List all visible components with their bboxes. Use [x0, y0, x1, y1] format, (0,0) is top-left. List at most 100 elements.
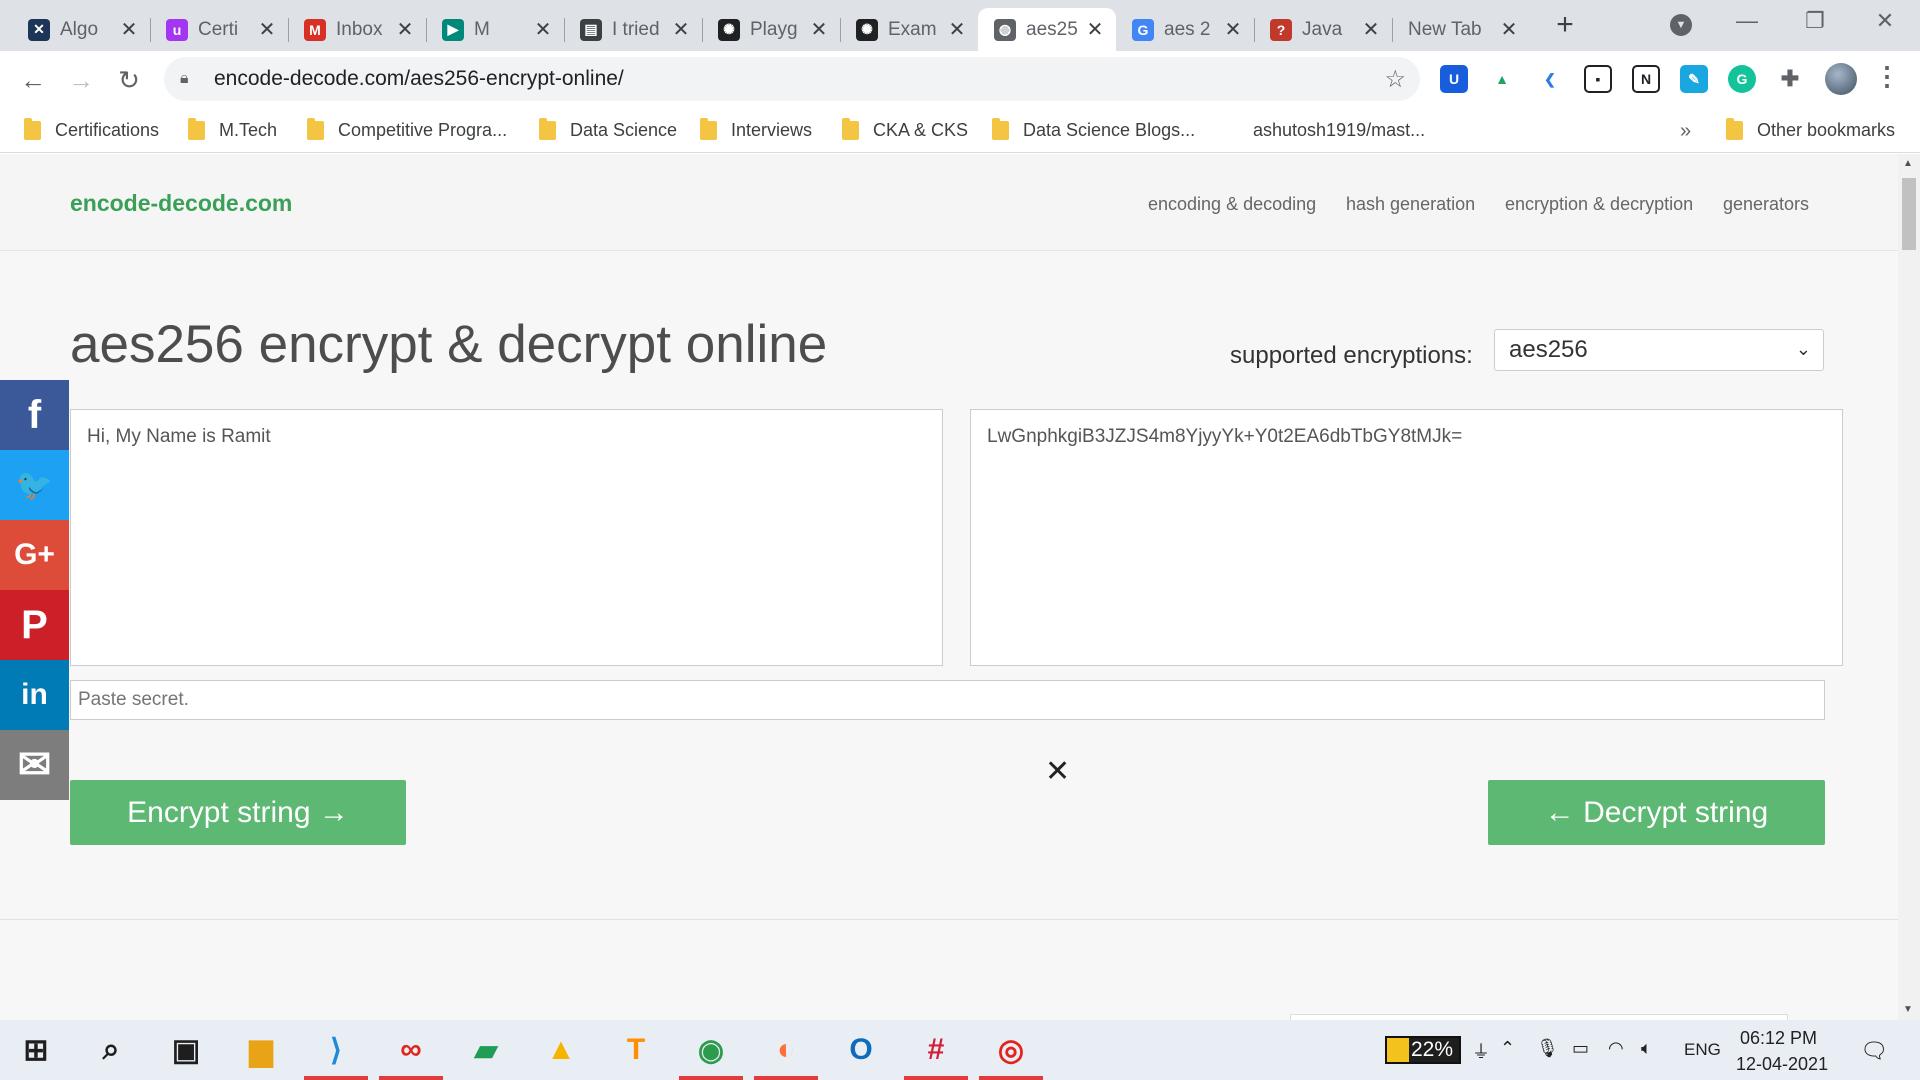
plaintext-input[interactable]: Hi, My Name is Ramit [70, 409, 943, 666]
browser-tab[interactable]: Gaes 2 ✕ [1116, 8, 1254, 51]
close-tab-icon[interactable]: ✕ [1222, 17, 1244, 42]
windows-start-icon[interactable]: ⊞ [16, 1030, 56, 1070]
twitter-icon[interactable]: 🐦 [0, 450, 69, 520]
close-window-icon[interactable]: ✕ [1860, 6, 1910, 36]
power-plug-icon[interactable]: ⏚ [1472, 1038, 1490, 1064]
close-tab-icon[interactable]: ✕ [532, 17, 554, 42]
bookmark-folder[interactable]: Certifications [24, 115, 159, 145]
scrollbar-thumb[interactable] [1902, 178, 1916, 250]
firefox-icon[interactable]: ◐ [766, 1030, 806, 1070]
site-logo[interactable]: encode-decode.com [70, 190, 292, 217]
close-tab-icon[interactable]: ✕ [946, 17, 968, 42]
notion-icon[interactable]: N [1632, 65, 1660, 93]
browser-tab[interactable]: ▶ M ✕ [426, 8, 564, 51]
page-scrollbar[interactable]: ▲ ▼ [1898, 154, 1920, 1020]
ciphertext-output[interactable]: LwGnphkgiB3JZJS4m8YjyyYk+Y0t2EA6dbTbGY8t… [970, 409, 1843, 666]
chrome-icon[interactable]: ◉ [691, 1030, 731, 1070]
recorder-icon[interactable]: ◎ [991, 1030, 1031, 1070]
extensions-puzzle-icon[interactable]: ✚ [1776, 65, 1804, 93]
bookmark-folder[interactable]: Competitive Progra... [307, 115, 507, 145]
nav-generators[interactable]: generators [1723, 194, 1809, 215]
battery-indicator[interactable]: 22% [1385, 1036, 1461, 1064]
other-bookmarks-folder[interactable]: Other bookmarks [1726, 115, 1895, 145]
nav-hash-generation[interactable]: hash generation [1346, 194, 1475, 215]
annotate-pen-icon[interactable]: ✎ [1680, 65, 1708, 93]
bookmark-folder[interactable]: M.Tech [188, 115, 277, 145]
chrome-menu-icon[interactable]: ⋮ [1874, 61, 1900, 92]
browser-tab[interactable]: M Inbox ✕ [288, 8, 426, 51]
scroll-up-icon[interactable]: ▲ [1903, 158, 1913, 169]
nav-encoding-decoding[interactable]: encoding & decoding [1148, 194, 1316, 215]
secret-input[interactable] [70, 680, 1825, 720]
browser-tab[interactable]: ? Java ✕ [1254, 8, 1392, 51]
close-tab-icon[interactable]: ✕ [256, 17, 278, 42]
bookmark-folder[interactable]: Data Science [539, 115, 677, 145]
close-tab-icon[interactable]: ✕ [1084, 17, 1106, 42]
file-explorer-icon[interactable]: ▆ [241, 1030, 281, 1070]
tensorflow-icon[interactable]: T [616, 1030, 656, 1070]
volume-icon[interactable]: 🔈︎ [1641, 1038, 1652, 1059]
vscode-icon[interactable]: ⟩ [316, 1030, 356, 1070]
decrypt-button[interactable]: ← Decrypt string [1488, 780, 1825, 845]
browser-tab[interactable]: u Certi ✕ [150, 8, 288, 51]
clock-date[interactable]: 12-04-2021 [1736, 1054, 1828, 1075]
close-tab-icon[interactable]: ✕ [670, 17, 692, 42]
bookmark-folder[interactable]: Interviews [700, 115, 812, 145]
bitwarden-icon[interactable]: U [1440, 65, 1468, 93]
slack-icon[interactable]: # [916, 1030, 956, 1070]
pinterest-icon[interactable]: P [0, 590, 69, 660]
acrobat-icon[interactable]: ∞ [391, 1030, 431, 1070]
close-tab-icon[interactable]: ✕ [118, 17, 140, 42]
reload-icon[interactable]: ↻ [112, 63, 146, 97]
browser-tab[interactable]: ✺ Playg ✕ [702, 8, 840, 51]
forward-arrow-icon[interactable]: → [64, 63, 98, 97]
google-chat-icon[interactable]: ▰ [466, 1030, 506, 1070]
back-arrow-icon[interactable]: ← [16, 63, 50, 97]
browser-tab[interactable]: ◍ aes25 ✕ [978, 8, 1116, 51]
nav-encryption-decryption[interactable]: encryption & decryption [1505, 194, 1693, 215]
outlook-icon[interactable]: O [841, 1030, 881, 1070]
grammarly-icon[interactable]: G [1728, 65, 1756, 93]
close-tab-icon[interactable]: ✕ [808, 17, 830, 42]
scroll-down-icon[interactable]: ▼ [1903, 1004, 1913, 1015]
bookmark-folder[interactable]: Data Science Blogs... [992, 115, 1195, 145]
language-indicator[interactable]: ENG [1684, 1040, 1721, 1060]
profile-avatar[interactable] [1825, 63, 1857, 95]
new-tab-button[interactable]: + [1550, 10, 1580, 40]
google-drive-extension-icon[interactable]: ▲ [1488, 65, 1516, 93]
microphone-icon[interactable]: 🎙︎ [1536, 1038, 1559, 1059]
bookmarks-overflow-icon[interactable]: » [1680, 120, 1691, 143]
task-view-icon[interactable]: ▣ [166, 1030, 206, 1070]
encryption-select[interactable]: aes256 ⌄ [1494, 329, 1824, 371]
bookmark-folder[interactable]: CKA & CKS [842, 115, 968, 145]
email-icon[interactable]: ✉ [0, 730, 69, 800]
close-tab-icon[interactable]: ✕ [394, 17, 416, 42]
google-plus-icon[interactable]: G+ [0, 520, 69, 590]
clock-time[interactable]: 06:12 PM [1740, 1028, 1817, 1049]
minimize-window-icon[interactable]: — [1722, 6, 1772, 36]
google-drive-icon[interactable]: ▲ [541, 1030, 581, 1070]
wifi-icon[interactable]: ◠ [1608, 1038, 1624, 1059]
url-text[interactable]: encode-decode.com/aes256-encrypt-online/ [214, 67, 624, 91]
facebook-icon[interactable]: f [0, 380, 69, 450]
linkedin-icon[interactable]: in [0, 660, 69, 730]
picture-in-picture-icon[interactable]: ▪ [1584, 65, 1612, 93]
clockify-icon[interactable]: ❮ [1536, 65, 1564, 93]
browser-tab[interactable]: ▤ I tried ✕ [564, 8, 702, 51]
encrypt-button[interactable]: Encrypt string → [70, 780, 406, 845]
notifications-icon[interactable]: 🗨︎ [1860, 1038, 1888, 1064]
chevron-up-icon[interactable]: ⌃ [1500, 1038, 1515, 1059]
close-tab-icon[interactable]: ✕ [1498, 17, 1520, 42]
bookmark-link[interactable]: ashutosh1919/mast... [1253, 115, 1425, 145]
battery-icon[interactable]: ▭ [1572, 1038, 1589, 1059]
clear-icon[interactable]: ✕ [1045, 754, 1070, 789]
browser-tab[interactable]: ✺ Exam ✕ [840, 8, 978, 51]
address-bar[interactable]: 🔒︎ encode-decode.com/aes256-encrypt-onli… [164, 57, 1420, 101]
search-icon[interactable]: ⌕ [91, 1030, 131, 1070]
browser-tab[interactable]: ✕ Algo ✕ [12, 8, 150, 51]
bookmark-star-icon[interactable]: ☆ [1384, 65, 1406, 94]
tab-search-icon[interactable]: ▼ [1670, 14, 1692, 36]
close-tab-icon[interactable]: ✕ [1360, 17, 1382, 42]
browser-tab[interactable]: New Tab ✕ [1392, 8, 1530, 51]
restore-window-icon[interactable]: ❐ [1790, 6, 1840, 36]
